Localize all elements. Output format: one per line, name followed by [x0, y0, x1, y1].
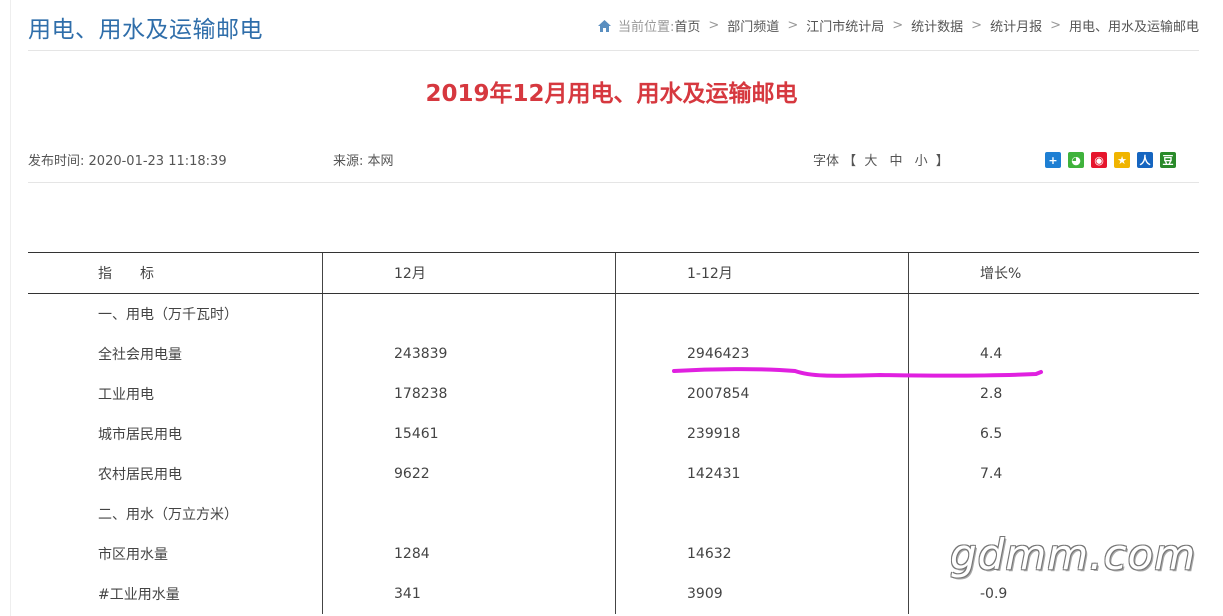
cell-december: 1284: [322, 534, 616, 574]
cell-growth: [908, 494, 1199, 534]
wechat-icon[interactable]: ◕: [1068, 152, 1084, 168]
douban-icon[interactable]: 豆: [1160, 152, 1176, 168]
cell-indicator: 城市居民用电: [98, 427, 182, 443]
cell-jan-dec: 142431: [615, 454, 909, 494]
share-bar: + ◕ ◉ ★ 人豆: [1045, 152, 1176, 168]
breadcrumb-separator: >: [708, 18, 720, 33]
cell-growth: 7.4: [908, 454, 1199, 494]
bracket-close: 】: [935, 154, 949, 169]
publish-label: 发布时间:: [28, 154, 85, 169]
cell-indicator: 二、用水（万立方米）: [98, 507, 238, 523]
column-header-indicator: 指 标: [28, 252, 323, 294]
article-meta: 发布时间: 2020-01-23 11:18:39 来源: 本网 字体 【 大 …: [28, 140, 1199, 183]
table-row: 城市居民用电 15461 239918 6.5: [28, 414, 1199, 454]
cell-december: [322, 293, 616, 334]
weibo-icon[interactable]: ◉: [1091, 152, 1107, 168]
breadcrumb-statistics-bureau[interactable]: 江门市统计局: [806, 16, 884, 35]
cell-growth: 4.4: [908, 334, 1199, 374]
cell-december: [322, 494, 616, 534]
cell-indicator: 农村居民用电: [98, 467, 182, 483]
cell-jan-dec: 3909: [615, 574, 909, 614]
font-size-control: 字体 【 大 中 小 】: [813, 150, 949, 169]
home-icon: [597, 19, 611, 32]
renren-icon[interactable]: 人: [1137, 152, 1153, 168]
breadcrumb: 当前位置: 首页 > 部门频道 > 江门市统计局 > 统计数据 > 统计月报 >…: [597, 16, 1199, 35]
font-size-large[interactable]: 大: [864, 154, 877, 169]
breadcrumb-separator: >: [971, 18, 983, 33]
breadcrumb-monthly-report[interactable]: 统计月报: [990, 16, 1042, 35]
cell-indicator: 市区用水量: [98, 547, 168, 563]
section-title: 用电、用水及运输邮电: [28, 17, 263, 43]
column-header-jan-dec: 1-12月: [615, 252, 909, 294]
cell-growth: 6.5: [908, 414, 1199, 454]
column-header-december: 12月: [322, 252, 616, 294]
font-size-medium[interactable]: 中: [889, 154, 902, 169]
breadcrumb-home[interactable]: 首页: [674, 16, 700, 35]
cell-jan-dec: 239918: [615, 414, 909, 454]
cell-indicator: #工业用水量: [98, 587, 180, 603]
publish-info: 发布时间: 2020-01-23 11:18:39: [28, 150, 227, 169]
table-header-row: 指 标 12月 1-12月 增长%: [28, 252, 1199, 294]
cell-growth: [908, 293, 1199, 334]
table-row: 一、用电（万千瓦时）: [28, 293, 1199, 334]
source-label: 来源:: [333, 154, 364, 169]
cell-jan-dec: [615, 293, 909, 334]
bracket-open: 【: [843, 154, 857, 169]
breadcrumb-department-channel[interactable]: 部门频道: [727, 16, 779, 35]
cell-indicator: 全社会用电量: [98, 347, 182, 363]
font-size-label: 字体: [813, 154, 840, 169]
cell-growth: -0.9: [908, 574, 1199, 614]
cell-indicator: 一、用电（万千瓦时）: [98, 307, 238, 323]
breadcrumb-statistics-data[interactable]: 统计数据: [911, 16, 963, 35]
qzone-star-icon[interactable]: ★: [1114, 152, 1130, 168]
table-row: #工业用水量 341 3909 -0.9: [28, 574, 1199, 614]
cell-jan-dec: 2946423: [615, 334, 909, 374]
breadcrumb-separator: >: [787, 18, 799, 33]
cell-jan-dec: 14632: [615, 534, 909, 574]
cell-growth: 2.8: [908, 374, 1199, 414]
column-header-growth: 增长%: [908, 252, 1199, 294]
table-row: 全社会用电量 243839 2946423 4.4: [28, 334, 1199, 374]
cell-indicator: 工业用电: [98, 387, 154, 403]
cell-jan-dec: 2007854: [615, 374, 909, 414]
source-info: 来源: 本网: [333, 150, 394, 169]
article-title: 2019年12月用电、用水及运输邮电: [425, 81, 798, 107]
cell-december: 178238: [322, 374, 616, 414]
breadcrumb-current-page[interactable]: 用电、用水及运输邮电: [1069, 16, 1199, 35]
plus-share-icon[interactable]: +: [1045, 152, 1061, 168]
publish-time: 2020-01-23 11:18:39: [88, 154, 227, 169]
cell-december: 243839: [322, 334, 616, 374]
watermark: gdmm.com: [950, 530, 1197, 579]
source-value: 本网: [367, 154, 394, 169]
cell-december: 15461: [322, 414, 616, 454]
cell-december: 341: [322, 574, 616, 614]
font-size-small[interactable]: 小: [915, 154, 928, 169]
breadcrumb-separator: >: [1050, 18, 1061, 33]
breadcrumb-prefix: 当前位置:: [617, 20, 675, 35]
cell-jan-dec: [615, 494, 909, 534]
cell-december: 9622: [322, 454, 616, 494]
page-header: 用电、用水及运输邮电 当前位置: 首页 > 部门频道 > 江门市统计局 > 统计…: [28, 0, 1199, 51]
table-row: 农村居民用电 9622 142431 7.4: [28, 454, 1199, 494]
table-row: 二、用水（万立方米）: [28, 494, 1199, 534]
table-row: 工业用电 178238 2007854 2.8: [28, 374, 1199, 414]
breadcrumb-separator: >: [892, 18, 904, 33]
